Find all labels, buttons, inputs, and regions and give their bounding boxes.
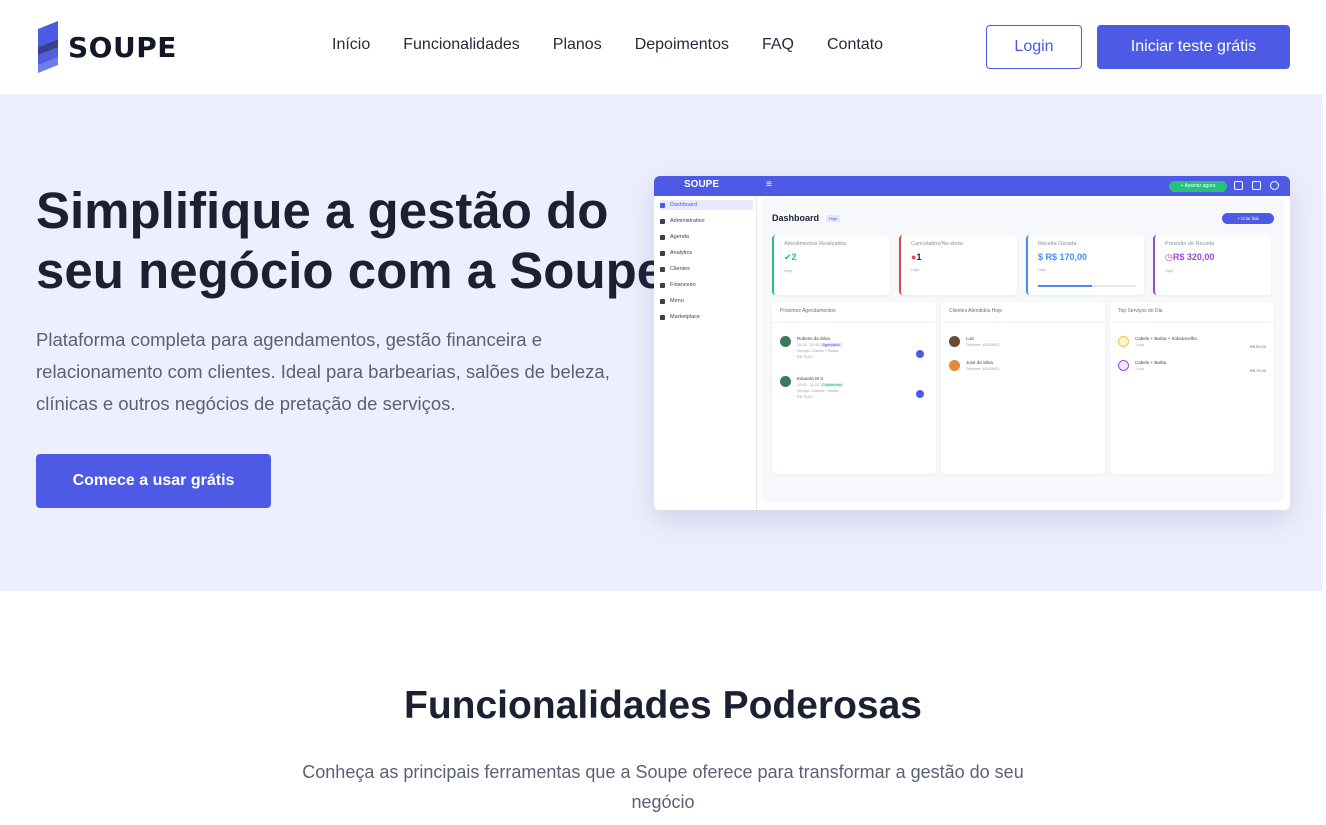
menu-icon: ≡ bbox=[766, 179, 772, 190]
admin-icon bbox=[660, 218, 665, 224]
top-navbar: SOUPE Início Funcionalidades Planos Depo… bbox=[0, 0, 1326, 94]
features-subtitle: Conheça as principais ferramentas que a … bbox=[302, 762, 1024, 812]
user-icon bbox=[1270, 181, 1279, 190]
stat-value: ◷R$ 320,00 bbox=[1165, 252, 1215, 262]
stat-value: ✔2 bbox=[784, 252, 797, 262]
preview-side-item: Financeiro bbox=[660, 280, 696, 290]
preview-side-item: Administrativo bbox=[660, 216, 705, 226]
avatar bbox=[949, 360, 960, 371]
hero-subtitle: Plataforma completa para agendamentos, g… bbox=[36, 329, 610, 414]
dashboard-icon bbox=[660, 202, 665, 208]
analytics-icon bbox=[660, 250, 665, 256]
menu-list-icon bbox=[660, 298, 665, 304]
stat-card-completed: Atendimentos Realizados ✔2 Hoje bbox=[772, 235, 890, 295]
hero-section: Simplifique a gestão do seu negócio com … bbox=[0, 94, 1323, 591]
preview-main: Dashboard Hoje + Criar link Atendimentos… bbox=[762, 198, 1284, 502]
stat-card-forecast: Previsão de Receita ◷R$ 320,00 Hoje bbox=[1153, 235, 1271, 295]
avatar bbox=[780, 336, 791, 347]
stat-card-revenue: Receita Gerada $ R$ 170,00 Hoje bbox=[1026, 235, 1144, 295]
nav-link-planos[interactable]: Planos bbox=[553, 36, 602, 54]
stat-value: ●1 bbox=[911, 252, 922, 262]
preview-side-item: Agenda bbox=[660, 232, 689, 242]
service-icon bbox=[1118, 360, 1129, 371]
preview-create-link-button: + Criar link bbox=[1222, 213, 1274, 224]
calendar-icon bbox=[1234, 181, 1243, 190]
nav-link-funcionalidades[interactable]: Funcionalidades bbox=[403, 36, 520, 54]
clients-panel: Clientes Atendidos Hoje Luiz Telefone: 40… bbox=[941, 302, 1105, 474]
service-item: Cabelo + Barba 1 uso bbox=[1118, 360, 1166, 371]
avatar bbox=[949, 336, 960, 347]
service-item: Cabelo + Barba + Sobrancelha 1 uso bbox=[1118, 336, 1197, 347]
hero-title: Simplifique a gestão do seu negócio com … bbox=[36, 182, 666, 299]
brand-logo[interactable]: SOUPE bbox=[34, 19, 177, 75]
features-title: Funcionalidades Poderosas bbox=[404, 684, 922, 727]
brand-name: SOUPE bbox=[68, 30, 177, 64]
avatar bbox=[780, 376, 791, 387]
revenue-progress-bar bbox=[1038, 285, 1136, 287]
nav-link-depoimentos[interactable]: Depoimentos bbox=[635, 36, 729, 54]
preview-side-item: Analytics bbox=[660, 248, 692, 258]
appointment-item: Eduardo M S 10:45 - 11:15 Confirmado Ser… bbox=[780, 376, 844, 399]
preview-dashboard-title: Dashboard bbox=[772, 213, 820, 223]
mail-icon bbox=[1252, 181, 1261, 190]
main-nav: Início Funcionalidades Planos Depoimento… bbox=[332, 36, 916, 54]
client-item: José da Silva Telefone: 40028922 bbox=[949, 360, 999, 371]
preview-side-item: Marketplace bbox=[660, 312, 700, 322]
preview-side-item: Clientes bbox=[660, 264, 690, 274]
clients-icon bbox=[660, 266, 665, 272]
service-icon bbox=[1118, 336, 1129, 347]
start-free-button[interactable]: Comece a usar grátis bbox=[36, 454, 271, 508]
logo-mark-icon bbox=[34, 19, 64, 75]
top-services-panel: Top Serviços do Dia Cabelo + Barba + Sob… bbox=[1110, 302, 1274, 474]
stat-value: $ R$ 170,00 bbox=[1038, 252, 1088, 262]
check-icon bbox=[916, 350, 924, 358]
calendar-icon bbox=[660, 234, 665, 240]
nav-link-inicio[interactable]: Início bbox=[332, 36, 370, 54]
marketplace-icon bbox=[660, 314, 665, 320]
client-item: Luiz Telefone: 40028922 bbox=[949, 336, 999, 347]
start-trial-button[interactable]: Iniciar teste grátis bbox=[1097, 25, 1290, 69]
nav-link-faq[interactable]: FAQ bbox=[762, 36, 794, 54]
check-icon bbox=[916, 390, 924, 398]
preview-today-badge: Hoje bbox=[826, 215, 840, 222]
preview-subscribe-button: + Assinar agora bbox=[1169, 181, 1227, 192]
preview-logo: SOUPE bbox=[684, 179, 720, 190]
preview-topbar: SOUPE ≡ + Assinar agora bbox=[654, 176, 1290, 196]
appointments-panel: Próximos Agendamentos Rubens da Silva 10… bbox=[772, 302, 936, 474]
appointment-item: Rubens da Silva 10:15 - 10:45 Agendado S… bbox=[780, 336, 842, 359]
nav-link-contato[interactable]: Contato bbox=[827, 36, 883, 54]
login-button[interactable]: Login bbox=[986, 25, 1082, 69]
dashboard-preview: SOUPE ≡ + Assinar agora Dashboard Admini… bbox=[654, 176, 1290, 510]
preview-sidebar: Dashboard Administrativo Agenda Analytic… bbox=[654, 196, 757, 510]
stat-card-cancelled: Cancelados/No-show ●1 Hoje bbox=[899, 235, 1017, 295]
preview-side-item: Dashboard bbox=[660, 200, 753, 210]
preview-side-item: Menu bbox=[660, 296, 684, 306]
finance-icon bbox=[660, 282, 665, 288]
